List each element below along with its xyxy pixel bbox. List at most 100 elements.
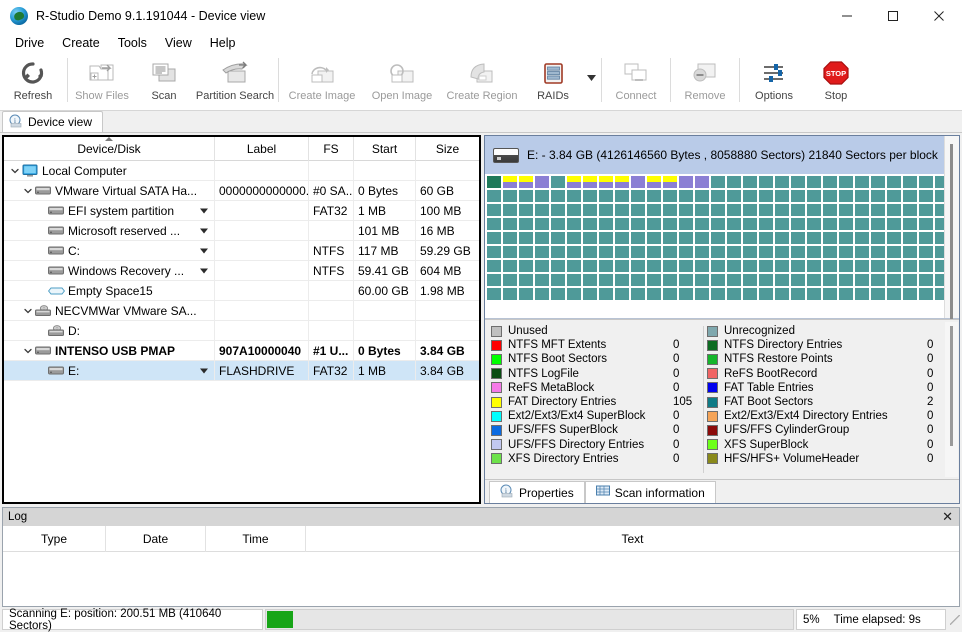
disk-block[interactable] [551,260,565,272]
disk-block[interactable] [759,260,773,272]
disk-block[interactable] [647,246,661,258]
disk-block[interactable] [615,218,629,230]
disk-block[interactable] [647,190,661,202]
legend-scrollbar-thumb[interactable] [950,326,953,446]
table-row[interactable]: EFI system partition FAT32 1 MB 100 MB [4,201,479,221]
disk-block[interactable] [519,176,533,188]
disk-block[interactable] [759,190,773,202]
disk-block[interactable] [647,232,661,244]
disk-block[interactable] [759,246,773,258]
disk-block[interactable] [903,218,917,230]
disk-block[interactable] [567,288,581,300]
disk-block[interactable] [695,246,709,258]
disk-block[interactable] [503,218,517,230]
disk-block[interactable] [919,274,933,286]
disk-block[interactable] [679,274,693,286]
disk-block[interactable] [871,232,885,244]
disk-block[interactable] [503,246,517,258]
disk-block[interactable] [727,274,741,286]
disk-block[interactable] [663,246,677,258]
resize-grip[interactable] [950,614,960,625]
disk-block[interactable] [519,218,533,230]
disk-block[interactable] [679,288,693,300]
disk-block[interactable] [695,274,709,286]
disk-block[interactable] [567,232,581,244]
disk-block[interactable] [599,190,613,202]
disk-block[interactable] [583,176,597,188]
disk-block[interactable] [631,260,645,272]
connect-button[interactable]: Connect [605,54,667,109]
disk-block[interactable] [663,232,677,244]
disk-block[interactable] [487,260,501,272]
disk-block[interactable] [839,288,853,300]
disk-block[interactable] [759,288,773,300]
disk-block[interactable] [663,274,677,286]
disk-block[interactable] [919,260,933,272]
disk-block[interactable] [679,190,693,202]
disk-block[interactable] [535,204,549,216]
disk-block[interactable] [775,260,789,272]
disk-block[interactable] [535,176,549,188]
disk-block[interactable] [503,232,517,244]
disk-block[interactable] [599,176,613,188]
disk-block[interactable] [903,274,917,286]
maximize-icon[interactable] [870,0,916,32]
chevron-down-icon[interactable] [21,306,34,316]
disk-block[interactable] [935,176,944,188]
disk-block[interactable] [919,288,933,300]
disk-block[interactable] [887,260,901,272]
disk-block[interactable] [727,176,741,188]
disk-block[interactable] [775,190,789,202]
disk-block[interactable] [551,274,565,286]
disk-block[interactable] [631,204,645,216]
disk-block[interactable] [807,232,821,244]
table-row[interactable]: Windows Recovery ... NTFS 59.41 GB 604 MB [4,261,479,281]
log-column-header-date[interactable]: Date [106,525,206,552]
disk-block[interactable] [887,204,901,216]
disk-block[interactable] [631,246,645,258]
disk-block[interactable] [919,190,933,202]
disk-block[interactable] [535,274,549,286]
column-header-device-disk[interactable]: Device/Disk [4,137,215,161]
disk-block[interactable] [615,288,629,300]
disk-block[interactable] [791,274,805,286]
disk-block[interactable] [535,190,549,202]
disk-block[interactable] [887,288,901,300]
disk-block[interactable] [919,246,933,258]
disk-block[interactable] [663,176,677,188]
log-column-header-type[interactable]: Type [3,525,106,552]
disk-block[interactable] [519,190,533,202]
disk-block[interactable] [679,176,693,188]
disk-block[interactable] [663,288,677,300]
disk-block[interactable] [935,204,944,216]
disk-block[interactable] [535,246,549,258]
disk-block[interactable] [487,204,501,216]
disk-block[interactable] [615,260,629,272]
stop-button[interactable]: STOP Stop [805,54,867,109]
disk-block[interactable] [839,204,853,216]
disk-block[interactable] [551,190,565,202]
disk-map-scrollbar[interactable] [944,136,959,382]
disk-block[interactable] [791,246,805,258]
disk-block[interactable] [727,218,741,230]
disk-block[interactable] [503,260,517,272]
disk-block[interactable] [775,246,789,258]
disk-block[interactable] [519,274,533,286]
disk-block[interactable] [567,218,581,230]
disk-block[interactable] [535,288,549,300]
disk-block[interactable] [599,232,613,244]
disk-block[interactable] [903,288,917,300]
disk-block[interactable] [695,288,709,300]
disk-block[interactable] [631,176,645,188]
options-button[interactable]: Options [743,54,805,109]
disk-block[interactable] [839,218,853,230]
disk-block[interactable] [871,190,885,202]
table-row[interactable]: VMware Virtual SATA Ha... 0000000000000..… [4,181,479,201]
disk-block[interactable] [487,274,501,286]
disk-block[interactable] [631,218,645,230]
disk-block[interactable] [679,218,693,230]
table-row[interactable]: C: NTFS 117 MB 59.29 GB [4,241,479,261]
disk-block[interactable] [887,232,901,244]
disk-block[interactable] [711,246,725,258]
disk-block[interactable] [919,218,933,230]
